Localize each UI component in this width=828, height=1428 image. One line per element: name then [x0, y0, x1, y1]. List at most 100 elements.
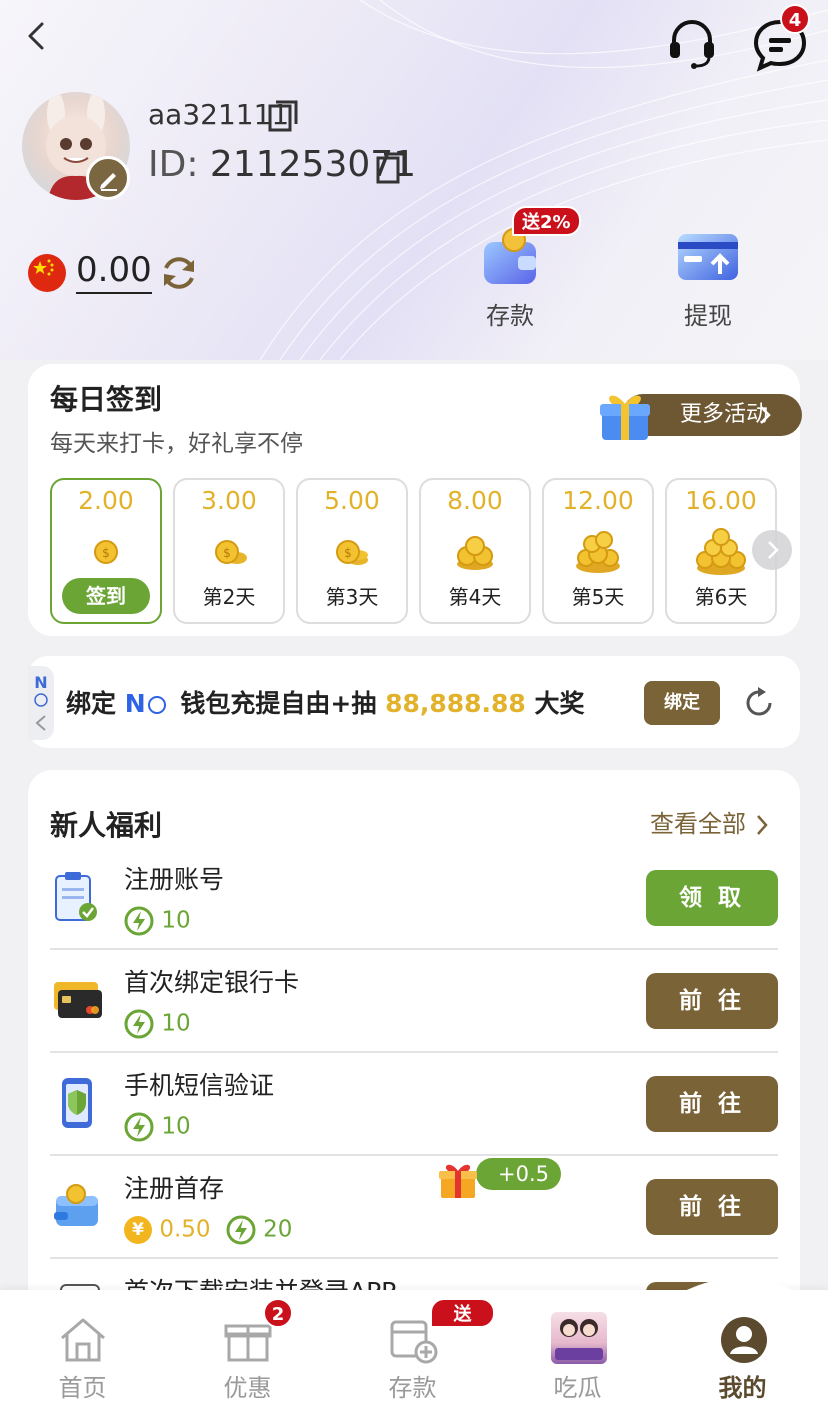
chevron-right-icon — [768, 541, 779, 559]
phone-shield-icon — [58, 1076, 98, 1132]
task-reward-value: 10 — [161, 1113, 191, 1140]
edit-avatar-button[interactable] — [86, 156, 130, 200]
deposit-button[interactable]: 存款 — [462, 222, 558, 331]
checkin-day-amount: 12.00 — [562, 486, 634, 515]
task-reward-value: 10 — [161, 907, 191, 934]
go-button[interactable]: 前 往 — [646, 1076, 778, 1132]
coins-icon: $ — [324, 524, 380, 580]
checkin-day-label: 第5天 — [571, 585, 625, 609]
refresh-balance-button[interactable] — [158, 252, 200, 294]
checkin-day-label: 第6天 — [694, 585, 748, 609]
withdraw-label: 提现 — [684, 302, 732, 330]
withdraw-button[interactable]: 提现 — [660, 222, 756, 331]
gift-box-icon — [596, 386, 656, 446]
view-all-label: 查看全部 — [650, 810, 746, 838]
gift-icon — [436, 1158, 480, 1202]
coin-pile-icon — [570, 524, 626, 580]
checkin-day-4[interactable]: 8.00 第4天 — [419, 478, 531, 624]
task-reward-value: 10 — [161, 1010, 191, 1037]
task-reward: 10 — [124, 1112, 191, 1142]
checkin-sign-button[interactable]: 签到 — [62, 578, 150, 614]
tab-label: 我的 — [718, 1374, 767, 1402]
checkin-day-amount: 8.00 — [447, 486, 503, 515]
refresh-icon — [164, 257, 194, 289]
pencil-icon — [100, 173, 117, 191]
checkin-day-1[interactable]: 2.00 $ 签到 — [50, 478, 162, 624]
messages-badge: 4 — [780, 4, 810, 34]
svg-text:$: $ — [223, 546, 231, 560]
view-all-link[interactable]: 查看全部 — [650, 804, 770, 839]
tab-label: 存款 — [388, 1374, 437, 1402]
copy-id-button[interactable] — [376, 150, 406, 184]
task-title: 注册首存 — [124, 1174, 225, 1203]
svg-text:$: $ — [102, 546, 110, 560]
task-reward: 10 — [124, 1009, 191, 1039]
bottom-tab-bar: 首页 2 优惠 送2% 存款 吃瓜 我的 — [0, 1278, 828, 1428]
claim-button[interactable]: 领 取 — [646, 870, 778, 926]
checkin-day-2[interactable]: 3.00 $ 第2天 — [173, 478, 285, 624]
energy-icon — [226, 1215, 256, 1245]
checkin-subtitle: 每天来打卡，好礼享不停 — [50, 431, 303, 457]
bonus-tag: +0.5 — [476, 1158, 561, 1190]
banner-amount: 88,888.88 — [385, 689, 526, 718]
go-button[interactable]: 前 往 — [646, 1179, 778, 1235]
chevron-right-icon — [756, 815, 768, 835]
copy-username-button[interactable] — [268, 98, 298, 132]
copy-icon — [376, 152, 406, 184]
energy-icon — [124, 906, 154, 936]
energy-icon — [124, 1009, 154, 1039]
chevron-right-icon — [756, 404, 774, 426]
deposit-tab-badge: 送2% — [430, 1298, 495, 1355]
wallet-coin-icon — [50, 1180, 102, 1232]
back-button[interactable] — [22, 20, 52, 52]
bank-card-icon — [50, 976, 104, 1026]
banner-text: 绑定 N 钱包充提自由+抽 88,888.88 大奖 — [66, 684, 585, 720]
coins-icon: $ — [201, 524, 257, 580]
checkin-day-label: 第4天 — [448, 585, 502, 609]
banner-brand: N — [124, 689, 146, 718]
divider — [50, 948, 778, 950]
task-title: 首次绑定银行卡 — [124, 968, 300, 997]
promotions-badge: 2 — [263, 1298, 293, 1328]
tab-home[interactable]: 首页 — [0, 1290, 165, 1428]
task-reward: 10 — [124, 906, 191, 936]
banner-text-before: 绑定 — [66, 689, 117, 718]
checkin-day-amount: 3.00 — [201, 486, 257, 515]
copy-icon — [268, 100, 298, 132]
coin-icon: $ — [78, 524, 134, 580]
home-icon — [61, 1318, 105, 1362]
gift-icon — [224, 1324, 272, 1362]
clipboard-check-icon — [50, 870, 102, 926]
banner-side-tab[interactable]: N — [28, 666, 54, 740]
tab-deposit[interactable]: 送2% 存款 — [330, 1290, 495, 1428]
task-reward-value: 20 — [263, 1216, 293, 1243]
chevron-left-icon — [28, 22, 44, 50]
tab-label: 优惠 — [223, 1374, 272, 1402]
divider — [50, 1051, 778, 1053]
more-activities-label: 更多活动 — [680, 402, 769, 427]
go-button[interactable]: 前 往 — [646, 973, 778, 1029]
checkin-day-label: 第3天 — [325, 585, 379, 609]
deposit-bonus-badge: 送2% — [512, 206, 581, 236]
bind-wallet-button[interactable]: 绑定 — [644, 681, 720, 725]
coin-pile-icon — [693, 524, 749, 580]
tab-promotions[interactable]: 2 优惠 — [165, 1290, 330, 1428]
customer-service-button[interactable] — [664, 14, 720, 70]
energy-icon — [124, 1112, 154, 1142]
refresh-icon — [746, 687, 772, 716]
checkin-day-amount: 16.00 — [685, 486, 757, 515]
checkin-day-3[interactable]: 5.00 $ 第3天 — [296, 478, 408, 624]
tab-gossip[interactable]: 吃瓜 — [495, 1290, 660, 1428]
gossip-thumbnail — [551, 1312, 607, 1364]
banner-refresh-button[interactable] — [740, 684, 778, 722]
checkin-day-amount: 2.00 — [78, 486, 134, 515]
tab-label: 吃瓜 — [553, 1374, 602, 1402]
yuan-coin-icon: ¥ — [124, 1216, 152, 1244]
balance-amount: 0.00 — [76, 250, 152, 294]
checkin-day-5[interactable]: 12.00 第5天 — [542, 478, 654, 624]
checkin-next-button[interactable] — [752, 530, 792, 570]
banner-text-mid: 钱包充提自由+抽 — [180, 689, 377, 718]
task-reward: ¥ 0.50 20 — [124, 1215, 292, 1245]
tab-mine[interactable]: 我的 — [660, 1290, 825, 1428]
checkin-day-amount: 5.00 — [324, 486, 380, 515]
